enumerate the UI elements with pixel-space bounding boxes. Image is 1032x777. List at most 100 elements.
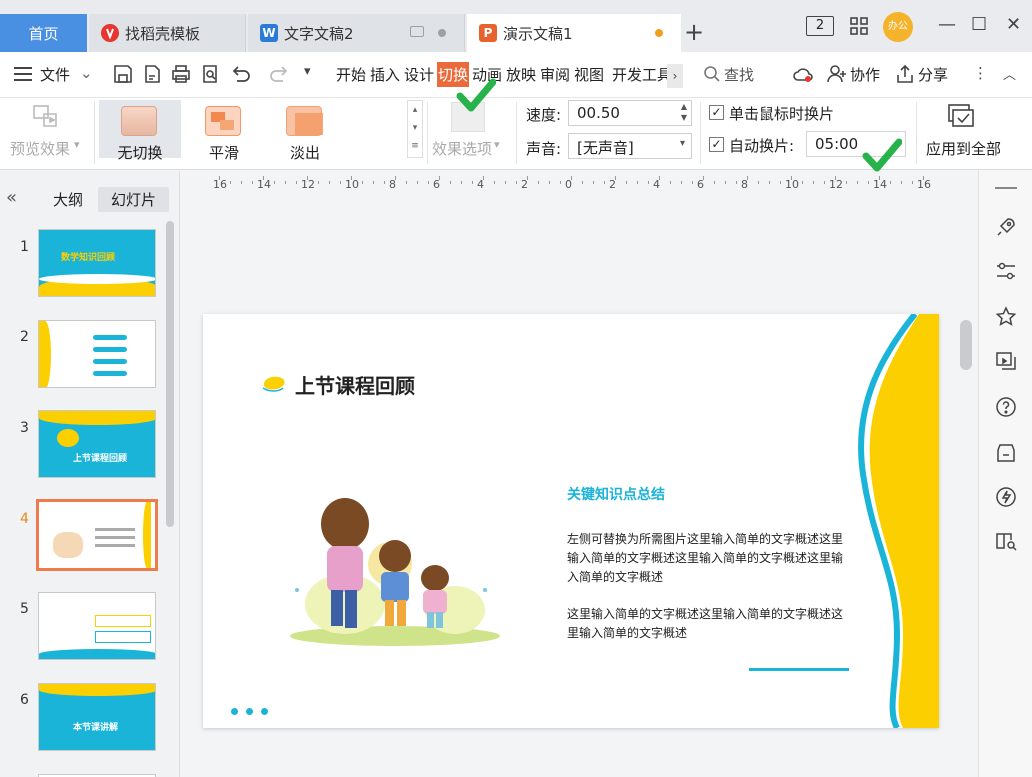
ruler-minor-tick (428, 181, 429, 184)
speed-spinner-icon[interactable]: ▲ ▼ (681, 101, 687, 123)
menu-insert[interactable]: 插入 (370, 64, 400, 85)
grid-apps-icon[interactable] (849, 16, 869, 36)
effect-fade[interactable]: 淡出 (264, 100, 346, 162)
slide-title[interactable]: 上节课程回顾 (295, 370, 415, 399)
effect-label: 平滑 (208, 144, 239, 162)
collapse-panel-icon[interactable]: « (6, 187, 17, 208)
search-icon[interactable] (703, 65, 725, 87)
star-icon[interactable] (994, 305, 1018, 329)
auto-advance-checkbox[interactable]: ✓ (709, 137, 724, 152)
ruler-minor-tick (362, 181, 363, 184)
ruler-tick-label: 14 (257, 178, 271, 191)
slide-thumbnail-1[interactable]: 数学知识回顾 (38, 229, 156, 297)
effect-smooth[interactable]: 平滑 (183, 100, 265, 162)
redo-icon[interactable] (269, 63, 291, 85)
collaborate-icon[interactable] (826, 63, 848, 85)
slide-thumbnail-4[interactable] (36, 499, 158, 571)
ruler-minor-tick (318, 181, 319, 184)
menu-file[interactable]: 文件 (40, 64, 70, 85)
menu-review[interactable]: 审阅 (540, 64, 570, 85)
menu-developer[interactable]: 开发工具 (612, 64, 668, 85)
ruler-tick-label: 10 (785, 178, 799, 191)
slide-thumbnail-6[interactable]: 本节课讲解 (38, 683, 156, 751)
chevron-down-icon[interactable]: ⌄ (80, 64, 93, 82)
chevron-right-icon[interactable]: › (667, 64, 683, 88)
minimize-button[interactable]: — (938, 14, 956, 35)
new-tab-button[interactable]: + (684, 20, 704, 44)
tab-daoke-templates[interactable]: 找稻壳模板 (89, 14, 246, 52)
maximize-button[interactable]: ☐ (971, 14, 987, 35)
store-icon[interactable] (994, 441, 1018, 465)
avatar-text: 办公 (888, 21, 908, 32)
close-button[interactable]: ✕ (1006, 14, 1021, 35)
slide-thumbnail-5[interactable] (38, 592, 156, 660)
apply-all-icon[interactable] (946, 102, 978, 132)
preview-effect-icon[interactable] (32, 104, 60, 130)
slide-subtitle[interactable]: 关键知识点总结 (567, 484, 665, 504)
effect-none[interactable]: 无切换 (99, 100, 181, 162)
preview-dropdown-icon[interactable]: ▾ (74, 138, 80, 151)
slide-canvas[interactable]: 上节课程回顾 关键知识点总结 左侧可替换为所需图片这里输入简单的文字概述这里输入… (203, 314, 939, 728)
tab-slides[interactable]: 幻灯片 (98, 187, 170, 212)
ruler-minor-tick (373, 181, 374, 184)
slide-paragraph-2[interactable]: 这里输入简单的文字概述这里输入简单的文字概述这里输入简单的文字概述 (567, 605, 849, 643)
help-icon[interactable] (994, 395, 1018, 419)
ruler-minor-tick (527, 176, 528, 180)
menu-design[interactable]: 设计 (404, 64, 434, 85)
export-pdf-icon[interactable] (141, 63, 163, 85)
page-indicator-icon[interactable]: 2 (806, 16, 834, 36)
more-icon[interactable]: ⋮ (973, 64, 988, 82)
share-button[interactable]: 分享 (918, 64, 948, 85)
on-click-checkbox[interactable]: ✓ (709, 105, 724, 120)
sliders-icon[interactable] (994, 259, 1018, 283)
share-icon[interactable] (894, 63, 916, 85)
ruler-minor-tick (769, 181, 770, 184)
collapse-ribbon-icon[interactable]: ︿ (1003, 64, 1016, 83)
slide-number: 5 (20, 601, 29, 617)
canvas-scrollbar[interactable] (960, 320, 972, 370)
tab-label: 文字文稿2 (284, 24, 354, 43)
avatar[interactable]: 办公 (883, 12, 913, 42)
slide-thumbnail-3[interactable]: 上节课程回顾 (38, 410, 156, 478)
collaborate-button[interactable]: 协作 (850, 64, 880, 85)
tab-outline[interactable]: 大纲 (53, 189, 83, 210)
unsaved-dot (655, 29, 663, 37)
preview-effect-button[interactable]: 预览效果 (10, 138, 70, 159)
save-icon[interactable] (112, 63, 134, 85)
tab-home[interactable]: 首页 (0, 14, 87, 52)
ruler-minor-tick (890, 181, 891, 184)
tab-writer-doc[interactable]: W 文字文稿2 (248, 14, 465, 52)
effect-options-button[interactable]: 效果选项 (432, 138, 492, 159)
menu-view[interactable]: 视图 (574, 64, 604, 85)
ruler-minor-tick (802, 181, 803, 184)
slide-switch-icon[interactable] (994, 349, 1018, 373)
ruler-minor-tick (439, 176, 440, 180)
hamburger-icon[interactable] (14, 67, 32, 81)
rocket-icon[interactable] (994, 215, 1018, 239)
print-preview-icon[interactable] (199, 63, 221, 85)
title-bar: 首页 找稻壳模板 W 文字文稿2 P 演示文稿1 + 2 办公 — ☐ ✕ (0, 0, 1032, 52)
sound-select[interactable]: [无声音] ▾ (568, 133, 692, 159)
ribbon-divider (427, 102, 428, 164)
ruler-minor-tick (670, 181, 671, 184)
slide-number: 3 (20, 420, 29, 436)
search-label[interactable]: 查找 (724, 64, 754, 85)
undo-icon[interactable] (229, 63, 251, 85)
panel-scrollbar[interactable] (166, 221, 174, 527)
print-icon[interactable] (170, 63, 192, 85)
slide-number-selected: 4 (20, 511, 29, 527)
tab-presentation[interactable]: P 演示文稿1 (467, 14, 681, 52)
cloud-sync-icon[interactable] (792, 63, 814, 85)
quick-access-dropdown-icon[interactable]: ▾ (304, 64, 311, 79)
ruler-minor-tick (549, 181, 550, 184)
gallery-scroll[interactable]: ▴ ▾ ≡ (407, 100, 423, 158)
ruler-minor-tick (736, 181, 737, 184)
book-search-icon[interactable] (994, 529, 1018, 553)
slide-paragraph-1[interactable]: 左侧可替换为所需图片这里输入简单的文字概述这里输入简单的文字概述这里输入简单的文… (567, 530, 849, 587)
menu-slideshow[interactable]: 放映 (506, 64, 536, 85)
slide-thumbnail-2[interactable] (38, 320, 156, 388)
apply-to-all-button[interactable]: 应用到全部 (926, 138, 1001, 159)
speed-input[interactable]: 00.50 ▲ ▼ (568, 100, 692, 126)
lightning-icon[interactable] (994, 485, 1018, 509)
menu-start[interactable]: 开始 (336, 64, 366, 85)
